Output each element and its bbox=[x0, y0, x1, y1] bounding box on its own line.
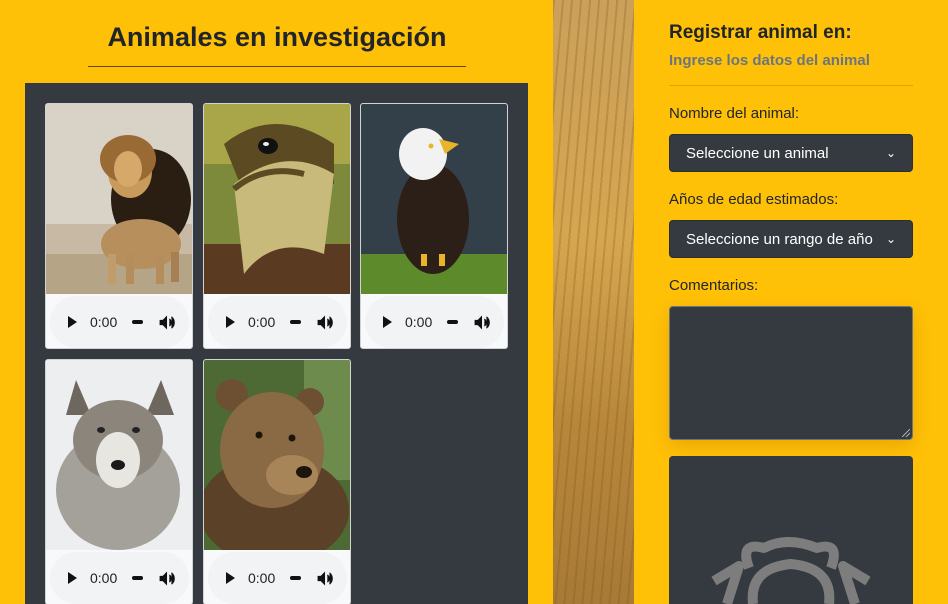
comments-textarea[interactable] bbox=[669, 306, 913, 440]
progress-bar[interactable] bbox=[290, 320, 302, 324]
audio-player[interactable]: 0:00 bbox=[208, 296, 347, 348]
play-icon[interactable] bbox=[226, 572, 235, 584]
animal-preview bbox=[669, 456, 913, 604]
animal-select[interactable]: Seleccione un animal ⌄ bbox=[669, 134, 913, 172]
animal-grid: 0:00 0:00 0:00 0:00 0:00 bbox=[25, 83, 528, 604]
bear-image[interactable] bbox=[204, 360, 350, 550]
animal-name-label: Nombre del animal: bbox=[669, 105, 800, 122]
animal-card-snake[interactable]: 0:00 bbox=[203, 103, 351, 349]
resize-handle[interactable] bbox=[902, 429, 910, 437]
snake-image[interactable] bbox=[204, 104, 350, 294]
volume-icon[interactable] bbox=[158, 314, 176, 331]
play-icon[interactable] bbox=[383, 316, 392, 328]
audio-time: 0:00 bbox=[248, 570, 276, 586]
animal-card-wolf[interactable]: 0:00 bbox=[45, 359, 193, 604]
audio-time: 0:00 bbox=[90, 314, 118, 330]
age-select-value: Seleccione un rango de año bbox=[686, 230, 873, 248]
divider bbox=[669, 85, 913, 86]
play-icon[interactable] bbox=[226, 316, 235, 328]
animal-card-lion[interactable]: 0:00 bbox=[45, 103, 193, 349]
volume-icon[interactable] bbox=[158, 570, 176, 587]
wolf-image[interactable] bbox=[46, 360, 192, 550]
audio-player[interactable]: 0:00 bbox=[365, 296, 504, 348]
age-label: Años de edad estimados: bbox=[669, 191, 839, 208]
audio-time: 0:00 bbox=[90, 570, 118, 586]
play-icon[interactable] bbox=[68, 572, 77, 584]
progress-bar[interactable] bbox=[132, 320, 144, 324]
register-form: Registrar animal en: Ingrese los datos d… bbox=[634, 0, 948, 604]
audio-time: 0:00 bbox=[248, 314, 276, 330]
volume-icon[interactable] bbox=[316, 570, 334, 587]
lion-outline-icon bbox=[711, 537, 871, 604]
animal-select-value: Seleccione un animal bbox=[686, 144, 829, 162]
audio-player[interactable]: 0:00 bbox=[208, 552, 347, 604]
play-icon[interactable] bbox=[68, 316, 77, 328]
animal-card-bear[interactable]: 0:00 bbox=[203, 359, 351, 604]
progress-bar[interactable] bbox=[290, 576, 302, 580]
lion-image[interactable] bbox=[46, 104, 192, 294]
volume-icon[interactable] bbox=[316, 314, 334, 331]
comments-label: Comentarios: bbox=[669, 277, 759, 294]
audio-time: 0:00 bbox=[405, 314, 433, 330]
audio-player[interactable]: 0:00 bbox=[50, 296, 189, 348]
page-title: Animales en investigación bbox=[88, 22, 466, 67]
animal-card-eagle[interactable]: 0:00 bbox=[360, 103, 508, 349]
age-select[interactable]: Seleccione un rango de año ⌄ bbox=[669, 220, 913, 258]
progress-bar[interactable] bbox=[447, 320, 459, 324]
form-subtitle: Ingrese los datos del animal bbox=[669, 52, 870, 69]
progress-bar[interactable] bbox=[132, 576, 144, 580]
background-image bbox=[553, 0, 634, 604]
eagle-image[interactable] bbox=[361, 104, 507, 294]
chevron-down-icon: ⌄ bbox=[885, 232, 896, 246]
chevron-down-icon: ⌄ bbox=[885, 146, 896, 160]
audio-player[interactable]: 0:00 bbox=[50, 552, 189, 604]
volume-icon[interactable] bbox=[473, 314, 491, 331]
animals-panel: Animales en investigación 0:00 0:00 0:00… bbox=[0, 0, 553, 604]
form-title: Registrar animal en: bbox=[669, 22, 852, 43]
